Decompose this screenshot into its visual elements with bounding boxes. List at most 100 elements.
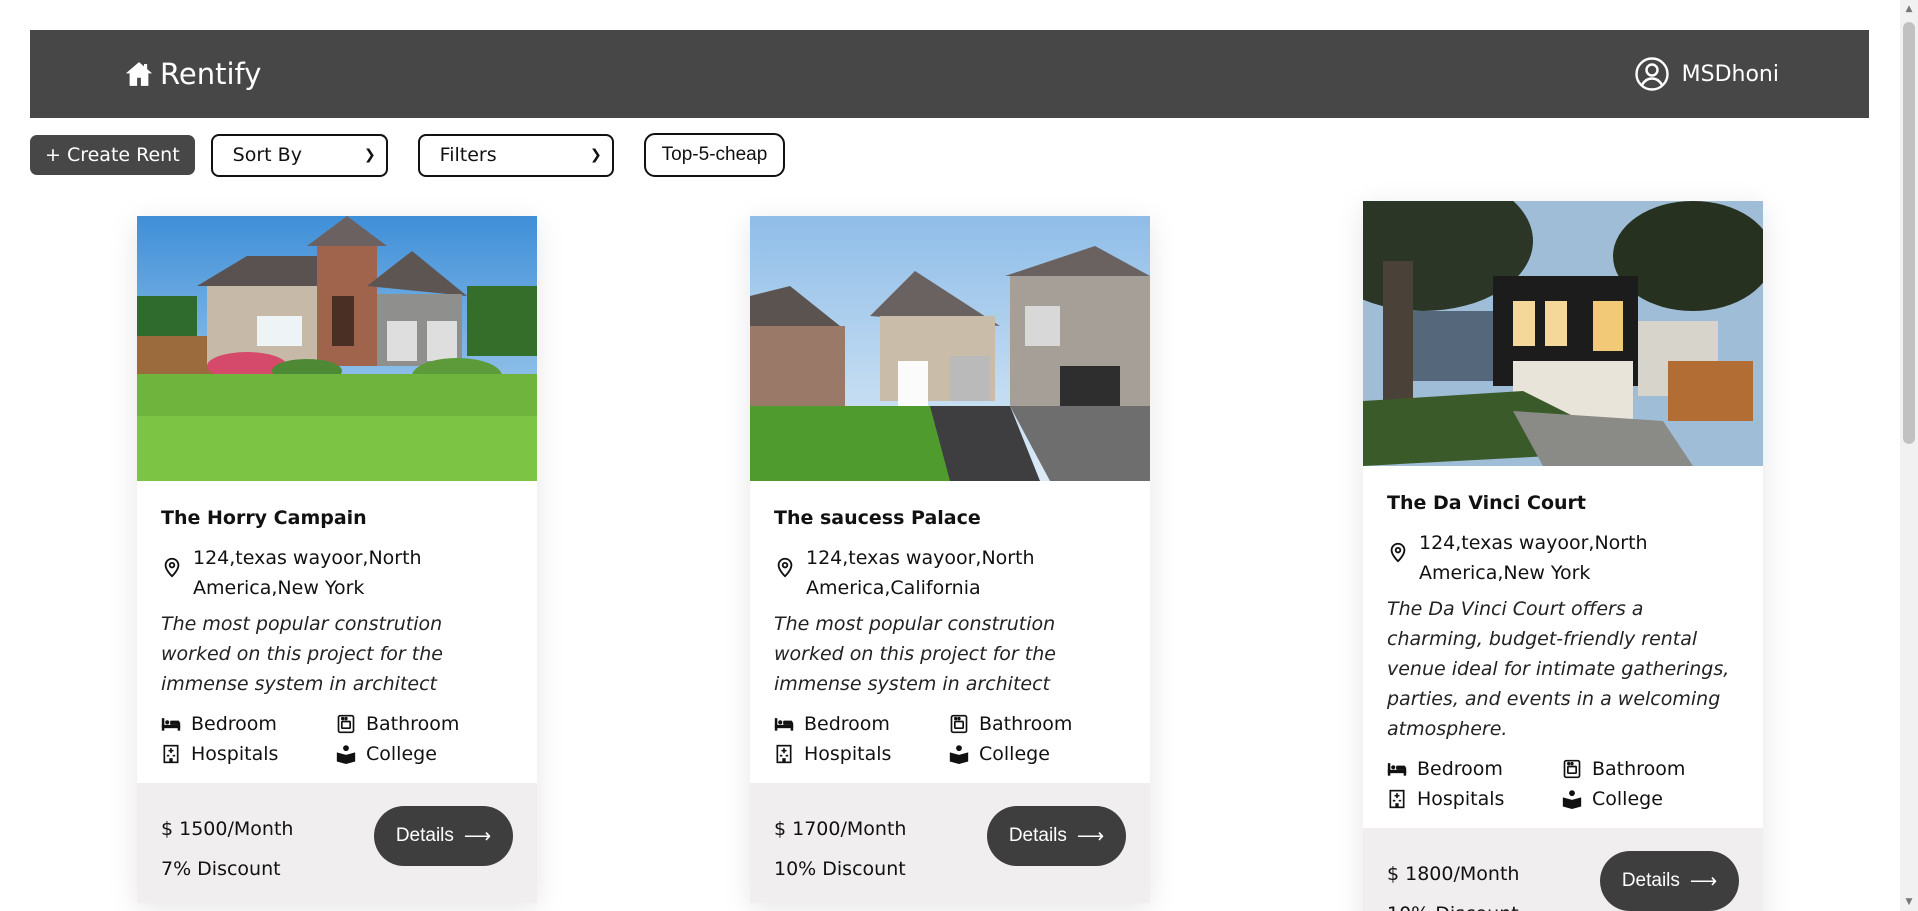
arrow-right-icon: ⟶ — [463, 825, 492, 847]
amenity-item: Bathroom — [336, 709, 511, 739]
property-description: The Da Vinci Court offers a charming, bu… — [1387, 598, 1730, 740]
amenity-label: Hospitals — [804, 743, 892, 765]
amenity-item: Bedroom — [161, 709, 336, 739]
details-button[interactable]: Details ⟶ — [1600, 851, 1739, 911]
scroll-down-arrow-icon[interactable]: ▼ — [1904, 897, 1914, 907]
scroll-thumb[interactable] — [1903, 22, 1915, 444]
filters-select[interactable]: Filters ❯ — [417, 133, 614, 177]
brand[interactable]: Rentify — [124, 57, 261, 91]
college-icon — [336, 745, 356, 764]
card-body: The Da Vinci Court 124,texas wayoor,Nort… — [1363, 466, 1763, 828]
amenity-item: College — [336, 739, 511, 769]
price-text: $ 1500/Month — [161, 818, 294, 840]
property-location: 124,texas wayoor,North America,New York — [161, 543, 513, 603]
amenity-label: Hospitals — [191, 743, 279, 765]
amenity-label: College — [979, 743, 1050, 765]
page: Rentify MSDhoni + Create Rent Sort By ❯ … — [0, 0, 1918, 911]
map-pin-icon — [1390, 542, 1406, 563]
property-title: The Horry Campain — [161, 507, 367, 529]
location-text: 124,texas wayoor,North America,Californi… — [806, 547, 1035, 599]
chevron-down-icon: ❯ — [363, 147, 376, 163]
amenity-label: Bedroom — [1417, 758, 1503, 780]
hospital-icon — [163, 744, 179, 764]
amenity-label: College — [366, 743, 437, 765]
property-image — [750, 216, 1150, 481]
card-body: The saucess Palace 124,texas wayoor,Nort… — [750, 481, 1150, 783]
property-image — [137, 216, 537, 481]
property-description: The most popular constrution worked on t… — [161, 613, 443, 695]
details-label: Details — [1621, 870, 1680, 891]
filters-value: Filters — [439, 144, 497, 166]
create-rent-button[interactable]: + Create Rent — [30, 135, 195, 175]
bed-icon — [774, 718, 794, 731]
pricing: $ 1700/Month 10% Discount — [774, 809, 906, 889]
property-card: The Da Vinci Court 124,texas wayoor,Nort… — [1363, 201, 1763, 911]
user-circle-icon — [1634, 57, 1669, 91]
amenity-label: Bathroom — [366, 713, 460, 735]
pricing: $ 1500/Month 7% Discount — [161, 809, 293, 889]
toolbar: + Create Rent Sort By ❯ Filters ❯ Top-5-… — [30, 133, 786, 177]
user-menu[interactable]: MSDhoni — [1634, 56, 1779, 92]
sort-by-select[interactable]: Sort By ❯ — [210, 133, 388, 177]
discount-text: 10% Discount — [774, 858, 906, 880]
amenity-label: Hospitals — [1417, 788, 1505, 810]
amenities: Bedroom Bathroom Hospitals College — [1387, 754, 1739, 814]
sort-by-value: Sort By — [232, 144, 302, 166]
property-title: The Da Vinci Court — [1387, 492, 1586, 514]
amenity-item: Hospitals — [774, 739, 949, 769]
details-label: Details — [1008, 825, 1067, 846]
property-location: 124,texas wayoor,North America,New York — [1387, 528, 1739, 588]
location-text: 124,texas wayoor,North America,New York — [193, 547, 422, 599]
hospital-icon — [1389, 789, 1405, 809]
college-icon — [1562, 790, 1582, 809]
arrow-right-icon: ⟶ — [1689, 870, 1718, 892]
pricing: $ 1800/Month 10% Discount — [1387, 854, 1519, 911]
details-button[interactable]: Details ⟶ — [987, 806, 1126, 866]
home-icon — [125, 62, 153, 86]
navbar: Rentify MSDhoni — [30, 30, 1869, 118]
price-text: $ 1800/Month — [1387, 863, 1520, 885]
amenity-item: Bathroom — [1562, 754, 1737, 784]
chevron-down-icon: ❯ — [589, 147, 602, 163]
details-label: Details — [395, 825, 454, 846]
amenities: Bedroom Bathroom Hospitals College — [774, 709, 1126, 769]
vertical-scrollbar[interactable]: ▲ ▼ — [1900, 0, 1918, 911]
map-pin-icon — [164, 557, 180, 578]
hospital-icon — [776, 744, 792, 764]
amenity-label: College — [1592, 788, 1663, 810]
amenity-label: Bathroom — [979, 713, 1073, 735]
amenity-item: Hospitals — [161, 739, 336, 769]
bed-icon — [1387, 763, 1407, 776]
card-body: The Horry Campain 124,texas wayoor,North… — [137, 481, 537, 783]
property-location: 124,texas wayoor,North America,Californi… — [774, 543, 1126, 603]
amenity-item: College — [949, 739, 1124, 769]
details-button[interactable]: Details ⟶ — [374, 806, 513, 866]
property-card: The Horry Campain 124,texas wayoor,North… — [137, 216, 537, 903]
property-description: The most popular constrution worked on t… — [774, 613, 1056, 695]
brand-label: Rentify — [160, 57, 262, 91]
map-pin-icon — [777, 557, 793, 578]
discount-text: 7% Discount — [161, 858, 281, 880]
bathroom-icon — [337, 714, 355, 734]
property-image — [1363, 201, 1763, 466]
bed-icon — [161, 718, 181, 731]
amenities: Bedroom Bathroom Hospitals College — [161, 709, 513, 769]
amenity-item: College — [1562, 784, 1737, 814]
location-text: 124,texas wayoor,North America,New York — [1419, 532, 1648, 584]
username: MSDhoni — [1681, 61, 1779, 87]
property-card: The saucess Palace 124,texas wayoor,Nort… — [750, 216, 1150, 903]
amenity-item: Bedroom — [774, 709, 949, 739]
college-icon — [949, 745, 969, 764]
amenity-item: Bathroom — [949, 709, 1124, 739]
bathroom-icon — [950, 714, 968, 734]
amenity-item: Hospitals — [1387, 784, 1562, 814]
amenity-item: Bedroom — [1387, 754, 1562, 784]
amenity-label: Bedroom — [191, 713, 277, 735]
top-5-cheap-button[interactable]: Top-5-cheap — [643, 133, 786, 177]
bathroom-icon — [1563, 759, 1581, 779]
arrow-right-icon: ⟶ — [1076, 825, 1105, 847]
card-footer: $ 1500/Month 7% Discount Details ⟶ — [137, 783, 537, 903]
card-footer: $ 1800/Month 10% Discount Details ⟶ — [1363, 828, 1763, 911]
scroll-up-arrow-icon[interactable]: ▲ — [1904, 4, 1914, 14]
price-text: $ 1700/Month — [774, 818, 907, 840]
